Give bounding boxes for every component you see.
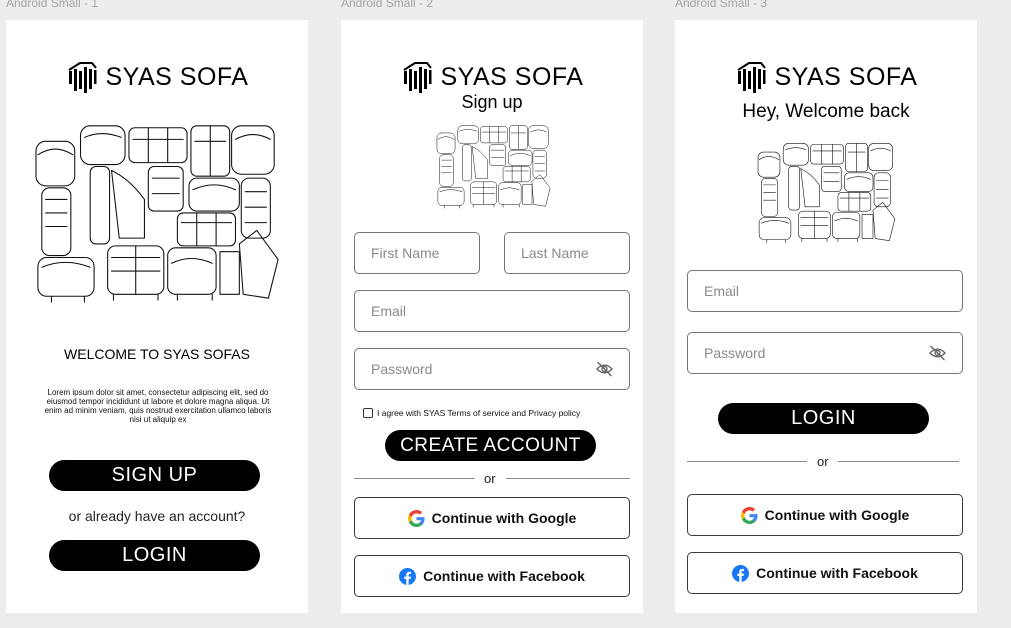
brand-header: SYAS SOFA bbox=[341, 60, 643, 94]
agree-checkbox[interactable] bbox=[363, 408, 373, 418]
or-text: or bbox=[817, 454, 829, 469]
welcome-screen: SYAS SOFA WELCOME TO SYAS SOFAS Lorem ip… bbox=[6, 20, 308, 613]
brand-name: SYAS SOFA bbox=[774, 62, 918, 91]
signup-heading: Sign up bbox=[461, 92, 523, 112]
logo-icon bbox=[735, 60, 767, 94]
divider-right bbox=[506, 478, 630, 479]
signup-screen: SYAS SOFA Sign up I agree with SYAS Term… bbox=[341, 20, 643, 613]
divider-left bbox=[354, 478, 475, 479]
logo-icon bbox=[401, 60, 433, 94]
google-label: Continue with Google bbox=[431, 510, 577, 526]
email-field[interactable] bbox=[354, 290, 630, 332]
logo-icon bbox=[66, 60, 98, 94]
password-field[interactable] bbox=[687, 332, 963, 374]
frame-label-2: Android Small - 2 bbox=[341, 0, 434, 10]
eye-off-icon[interactable] bbox=[596, 361, 613, 377]
first-name-input[interactable] bbox=[355, 233, 479, 273]
sofa-sketch-illustration bbox=[30, 120, 286, 304]
facebook-icon bbox=[732, 565, 749, 582]
first-name-field[interactable] bbox=[354, 232, 480, 274]
login-screen: SYAS SOFA Hey, Welcome back LOGIN or Con… bbox=[675, 20, 977, 613]
welcome-title: WELCOME TO SYAS SOFAS bbox=[64, 346, 250, 362]
login-button[interactable]: LOGIN bbox=[49, 540, 260, 571]
or-text: or bbox=[484, 471, 496, 486]
divider-right bbox=[838, 461, 959, 462]
welcome-back-heading: Hey, Welcome back bbox=[742, 101, 910, 122]
password-field[interactable] bbox=[354, 348, 630, 390]
facebook-icon bbox=[399, 568, 416, 585]
sofa-sketch-illustration bbox=[737, 140, 917, 244]
password-input[interactable] bbox=[688, 333, 962, 373]
email-input[interactable] bbox=[355, 291, 629, 331]
facebook-label: Continue with Facebook bbox=[756, 565, 918, 581]
google-label: Continue with Google bbox=[764, 507, 910, 523]
lorem-paragraph: Lorem ipsum dolor sit amet, consectetur … bbox=[44, 388, 272, 424]
last-name-field[interactable] bbox=[504, 232, 630, 274]
sofa-sketch-illustration bbox=[392, 123, 596, 209]
email-input[interactable] bbox=[688, 271, 962, 311]
facebook-label: Continue with Facebook bbox=[423, 568, 585, 584]
create-account-button[interactable]: CREATE ACCOUNT bbox=[385, 430, 596, 461]
last-name-input[interactable] bbox=[505, 233, 629, 273]
continue-google-button[interactable]: Continue with Google bbox=[354, 497, 630, 539]
eye-off-icon[interactable] bbox=[929, 345, 946, 361]
email-field[interactable] bbox=[687, 270, 963, 312]
frame-label-1: Android Small - 1 bbox=[6, 0, 99, 10]
continue-google-button[interactable]: Continue with Google bbox=[687, 494, 963, 536]
brand-header: SYAS SOFA bbox=[675, 60, 977, 94]
sign-up-button[interactable]: SIGN UP bbox=[49, 460, 260, 491]
continue-facebook-button[interactable]: Continue with Facebook bbox=[687, 552, 963, 594]
brand-header: SYAS SOFA bbox=[6, 60, 308, 94]
agree-text: I agree with SYAS Terms of service and P… bbox=[377, 408, 581, 418]
already-account-text: or already have an account? bbox=[68, 508, 246, 524]
password-input[interactable] bbox=[355, 349, 629, 389]
google-icon bbox=[408, 510, 425, 527]
divider-left bbox=[687, 461, 807, 462]
frame-label-3: Android Small - 3 bbox=[675, 0, 768, 10]
brand-name: SYAS SOFA bbox=[440, 62, 584, 91]
google-icon bbox=[741, 507, 758, 524]
continue-facebook-button[interactable]: Continue with Facebook bbox=[354, 555, 630, 597]
brand-name: SYAS SOFA bbox=[105, 62, 249, 91]
login-button[interactable]: LOGIN bbox=[718, 403, 929, 434]
